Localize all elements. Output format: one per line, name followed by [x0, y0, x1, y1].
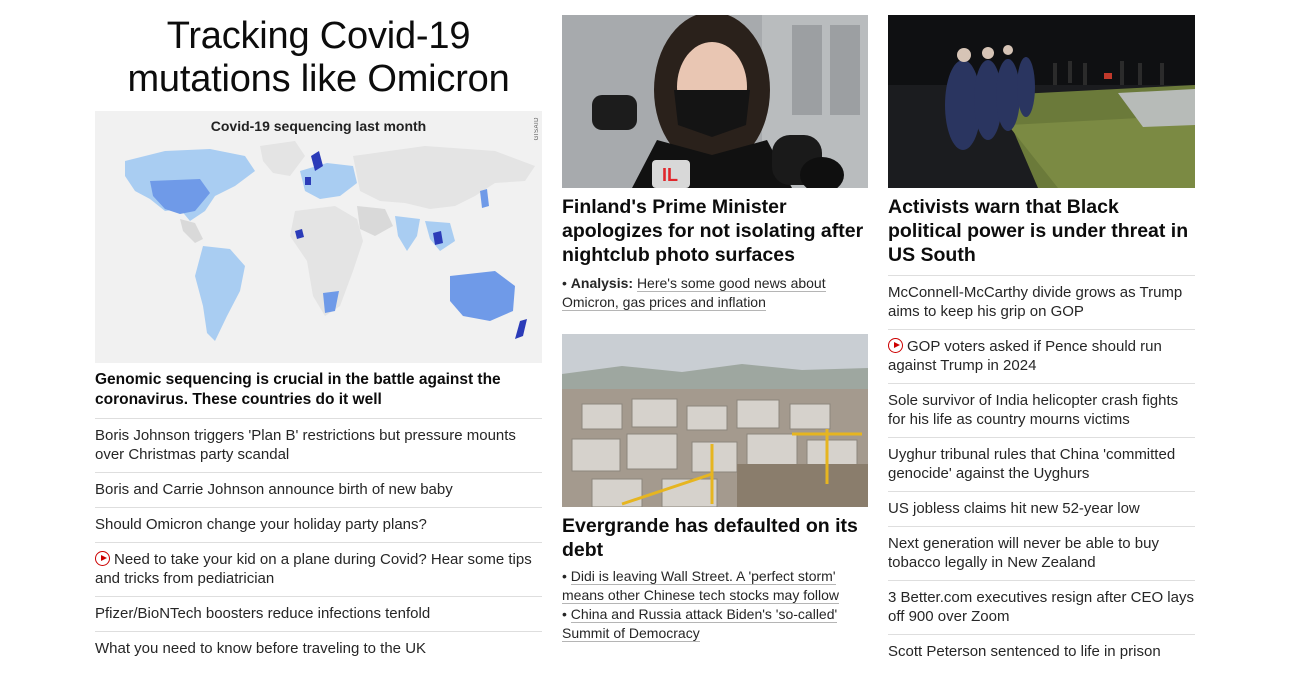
analysis-link[interactable]: • Analysis: Here's some good news about … [562, 274, 868, 312]
list-item[interactable]: US jobless claims hit new 52-year low [888, 492, 1195, 527]
list-item[interactable]: 3 Better.com executives resign after CEO… [888, 581, 1195, 635]
map-title: Covid-19 sequencing last month [210, 118, 427, 134]
list-item[interactable]: Scott Peterson sentenced to life in pris… [888, 635, 1195, 669]
list-item[interactable]: Next generation will never be able to bu… [888, 527, 1195, 581]
world-map-graphic [95, 111, 542, 363]
list-item[interactable]: Boris and Carrie Johnson announce birth … [95, 473, 542, 508]
lead-story-list: Boris Johnson triggers 'Plan B' restrict… [95, 419, 542, 666]
activists-headline[interactable]: Activists warn that Black political powe… [888, 195, 1195, 267]
list-item[interactable]: McConnell-McCarthy divide grows as Trump… [888, 275, 1195, 330]
play-video-icon [888, 338, 903, 353]
list-item[interactable]: Boris Johnson triggers 'Plan B' restrict… [95, 419, 542, 473]
analysis-label: Analysis: [570, 275, 634, 291]
voters-line-photo[interactable] [888, 15, 1195, 188]
list-item[interactable]: Should Omicron change your holiday party… [95, 508, 542, 543]
list-item[interactable]: Need to take your kid on a plane during … [95, 543, 542, 597]
svg-text:IL: IL [662, 165, 678, 185]
evergrande-photo-graphic [562, 334, 868, 507]
right-story-list: McConnell-McCarthy divide grows as Trump… [888, 275, 1195, 669]
finland-headline[interactable]: Finland's Prime Minister apologizes for … [562, 195, 868, 267]
related-link[interactable]: • China and Russia attack Biden's 'so-ca… [562, 605, 868, 643]
list-item[interactable]: Pfizer/BioNTech boosters reduce infectio… [95, 597, 542, 632]
related-link[interactable]: • Didi is leaving Wall Street. A 'perfec… [562, 567, 868, 605]
finland-pm-photo[interactable]: IL [562, 15, 868, 188]
list-item[interactable]: GOP voters asked if Pence should run aga… [888, 330, 1195, 384]
map-credit: GISAID [534, 117, 540, 141]
middle-column: IL Finland's Prime Minister apologizes f… [562, 0, 868, 643]
list-item[interactable]: What you need to know before traveling t… [95, 632, 542, 666]
pm-photo-graphic: IL [562, 15, 868, 188]
evergrande-headline[interactable]: Evergrande has defaulted on its debt [562, 514, 868, 562]
lead-headline[interactable]: Genomic sequencing is crucial in the bat… [95, 370, 542, 419]
banner-title[interactable]: Tracking Covid-19 mutations like Omicron [95, 15, 542, 109]
lead-column: Tracking Covid-19 mutations like Omicron [95, 0, 542, 666]
evergrande-photo[interactable] [562, 334, 868, 507]
related-link-text: China and Russia attack Biden's 'so-call… [562, 606, 838, 642]
right-column: Activists warn that Black political powe… [888, 0, 1195, 669]
list-item[interactable]: Sole survivor of India helicopter crash … [888, 384, 1195, 438]
related-link-text: Didi is leaving Wall Street. A 'perfect … [562, 568, 840, 604]
voters-photo-graphic [888, 15, 1195, 188]
sequencing-map-image[interactable]: Covid-19 sequencing last month GISAID [95, 111, 542, 363]
play-video-icon [95, 551, 110, 566]
list-item[interactable]: Uyghur tribunal rules that China 'commit… [888, 438, 1195, 492]
